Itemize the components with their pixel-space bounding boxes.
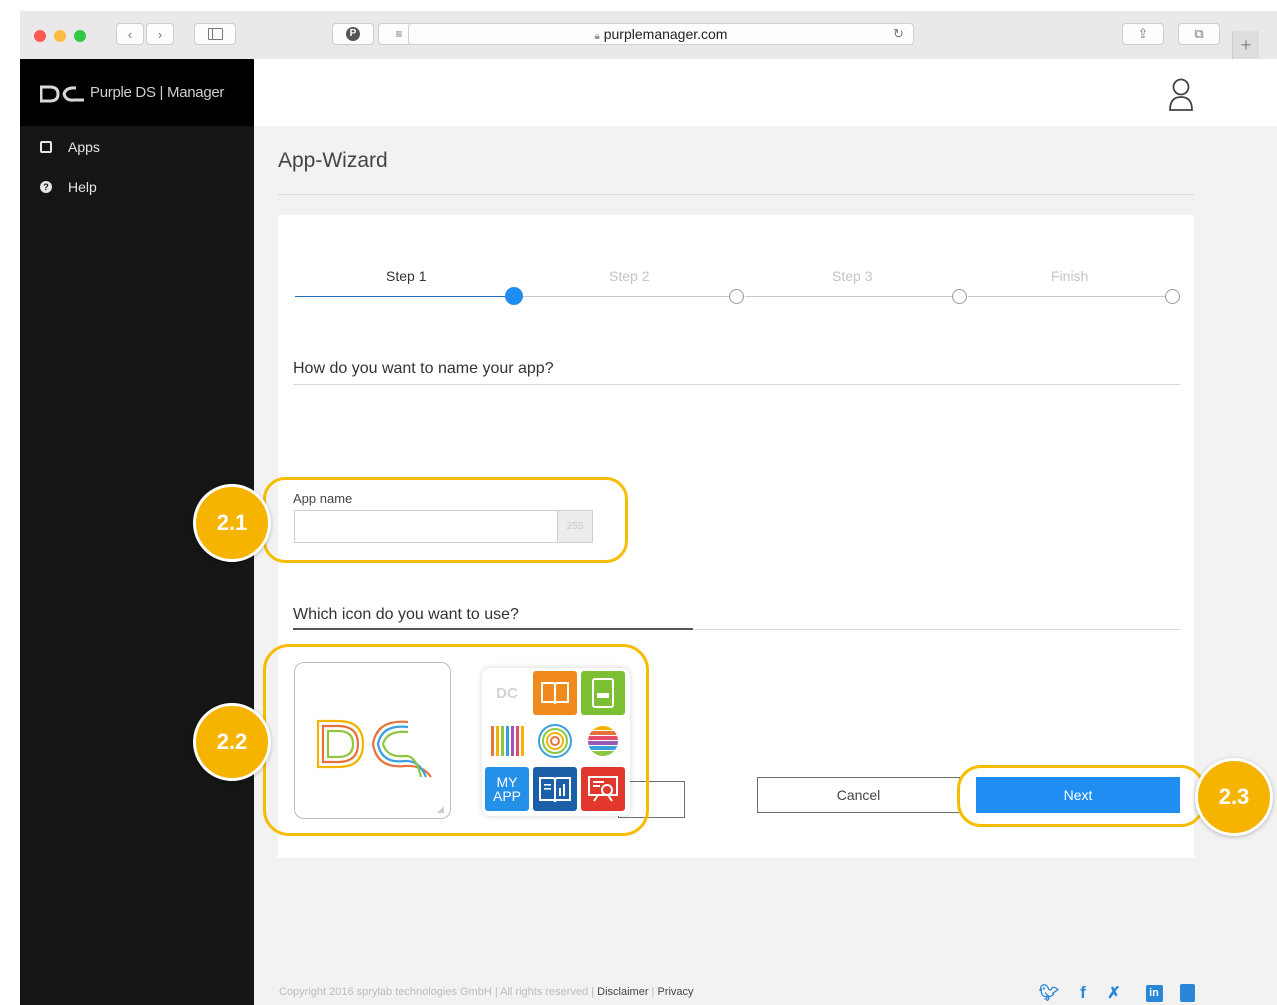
step-line	[968, 296, 1165, 297]
brand-bar[interactable]: Purple DS | Manager	[20, 59, 254, 126]
top-bar	[254, 59, 1277, 126]
user-icon[interactable]	[1168, 78, 1194, 112]
copyright-text: Copyright 2016 sprylab technologies GmbH…	[279, 986, 598, 998]
minimize-window-button[interactable]	[54, 30, 66, 42]
reader-icon: ≡	[395, 27, 403, 41]
callout-app-name	[263, 477, 628, 563]
step-2-indicator[interactable]	[729, 289, 744, 304]
step-finish-indicator[interactable]	[1165, 289, 1180, 304]
brand-name: Purple DS | Manager	[90, 84, 225, 101]
step-label-2[interactable]: Step 2	[609, 268, 649, 284]
pinterest-icon: P	[346, 27, 360, 41]
name-question: How do you want to name your app?	[293, 360, 554, 377]
sidebar-icon	[207, 28, 223, 40]
title-divider	[278, 194, 1194, 195]
step-label-finish[interactable]: Finish	[1051, 268, 1088, 284]
xing-icon[interactable]: ✗	[1106, 984, 1122, 1002]
chevron-left-icon: ‹	[127, 26, 133, 42]
new-tab-button[interactable]: +	[1232, 31, 1259, 59]
section-divider	[293, 384, 1180, 385]
disclaimer-link[interactable]: Disclaimer	[597, 986, 648, 998]
cancel-button[interactable]: Cancel	[757, 777, 960, 813]
dc-logo-icon	[40, 85, 84, 103]
tablet-icon	[40, 141, 52, 153]
tabs-button[interactable]: ⧉	[1178, 23, 1220, 45]
sidebar-toggle-button[interactable]	[194, 23, 236, 45]
back-button[interactable]: ‹	[116, 23, 144, 45]
sidebar-item-apps[interactable]: Apps	[40, 137, 100, 157]
step-1-indicator[interactable]	[505, 287, 523, 305]
chevron-right-icon: ›	[157, 26, 163, 42]
twitter-icon[interactable]: 🐦︎	[1039, 984, 1059, 1002]
browser-toolbar: ‹ › P ≡ 🔒︎ purplemanager.com ↻ ⇪ ⧉ +	[20, 11, 1277, 60]
annotation-badge-2-3: 2.3	[1195, 758, 1273, 836]
step-3-indicator[interactable]	[952, 289, 967, 304]
reload-icon[interactable]: ↻	[893, 26, 904, 42]
step-line	[522, 296, 729, 297]
callout-icon-picker	[263, 644, 649, 836]
address-bar[interactable]: 🔒︎ purplemanager.com ↻	[408, 23, 914, 45]
facebook-icon[interactable]: f	[1076, 983, 1090, 1002]
privacy-link[interactable]: Privacy	[657, 986, 693, 998]
footer: Copyright 2016 sprylab technologies GmbH…	[279, 986, 694, 998]
step-label-3[interactable]: Step 3	[832, 268, 872, 284]
sidebar-item-label: Apps	[68, 139, 100, 155]
share-icon: ⇪	[1137, 26, 1149, 41]
linkedin-icon[interactable]: in	[1145, 984, 1163, 1002]
forward-button[interactable]: ›	[146, 23, 174, 45]
sidebar-item-label: Help	[68, 179, 97, 195]
pinterest-button[interactable]: P	[332, 23, 374, 45]
sidebar-item-help[interactable]: ? Help	[40, 177, 97, 197]
tabs-icon: ⧉	[1194, 26, 1204, 41]
page-title: App-Wizard	[278, 149, 388, 172]
lock-icon: 🔒︎	[594, 31, 600, 42]
close-window-button[interactable]	[34, 30, 46, 42]
zoom-window-button[interactable]	[74, 30, 86, 42]
step-label-1[interactable]: Step 1	[386, 268, 426, 284]
annotation-badge-2-1: 2.1	[193, 484, 271, 562]
plus-icon: +	[1240, 35, 1252, 55]
step-progress-line	[295, 296, 507, 297]
share-button[interactable]: ⇪	[1122, 23, 1164, 45]
question-circle-icon: ?	[40, 181, 52, 193]
annotation-badge-2-2: 2.2	[193, 703, 271, 781]
icon-question: Which icon do you want to use?	[293, 606, 519, 623]
callout-next-button	[957, 765, 1205, 827]
url-text: purplemanager.com	[603, 26, 728, 42]
section-underline-accent	[293, 628, 693, 630]
step-line	[745, 296, 952, 297]
youtube-icon[interactable]	[1178, 984, 1196, 1002]
